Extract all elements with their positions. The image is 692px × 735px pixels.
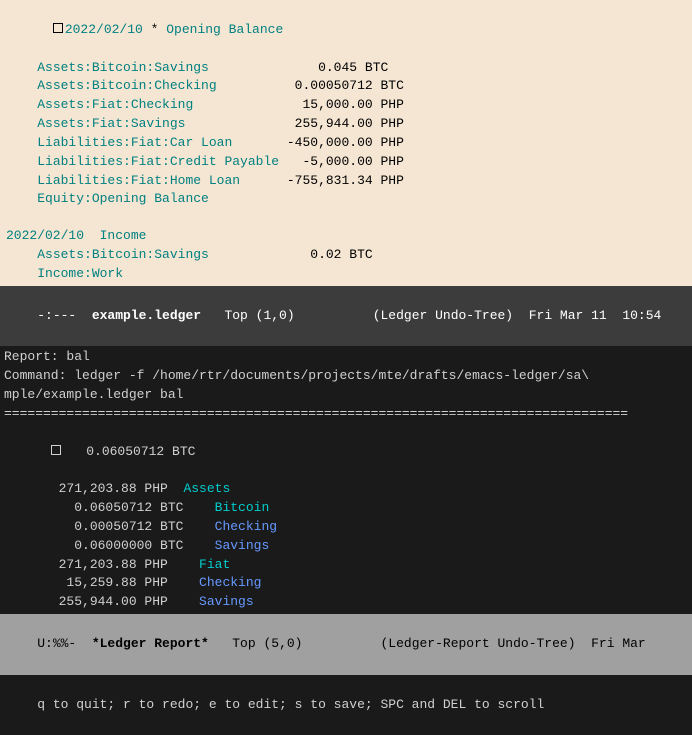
checkbox-1	[53, 23, 63, 33]
report-buffer: Report: bal Command: ledger -f /home/rtr…	[0, 346, 692, 614]
r4-account: Savings	[215, 538, 270, 553]
amount-liab-car: -450,000.00 PHP	[287, 135, 404, 150]
tx1-payee: Opening Balance	[166, 22, 283, 37]
account-liab-home: Liabilities:Fiat:Home Loan	[37, 173, 240, 188]
tx1-entry-2: Assets:Bitcoin:Checking 0.00050712 BTC	[0, 77, 692, 96]
report-status-bar: U:%%- *Ledger Report* Top (5,0) (Ledger-…	[0, 614, 692, 675]
r6-account: Checking	[199, 575, 261, 590]
report-divider: ========================================…	[0, 405, 692, 424]
r7-account: Savings	[199, 594, 254, 609]
r1-account: Assets	[183, 481, 230, 496]
r2-account: Bitcoin	[199, 500, 269, 515]
tx1-entry-3: Assets:Fiat:Checking 15,000.00 PHP	[0, 96, 692, 115]
report-row-1: 271,203.88 PHP Assets	[0, 480, 692, 499]
r7-amount: 255,944.00 PHP	[51, 594, 199, 609]
r6-amount: 15,259.88 PHP	[51, 575, 199, 590]
editor-section: 2022/02/10 * Opening Balance Assets:Bitc…	[0, 0, 692, 346]
account-fiat-checking: Assets:Fiat:Checking	[37, 97, 193, 112]
tx1-entry-8: Equity:Opening Balance	[0, 190, 692, 209]
r5-account: Fiat	[183, 557, 230, 572]
status-filename: example.ledger	[92, 308, 201, 323]
account-liab-credit: Liabilities:Fiat:Credit Payable	[37, 154, 279, 169]
report-status-title: *Ledger Report*	[84, 636, 217, 651]
tx2-date: 2022/02/10	[6, 228, 84, 243]
checkbox-report	[51, 445, 61, 455]
amount-bitcoin-savings: 0.045 BTC	[287, 60, 388, 75]
report-row-6: 15,259.88 PHP Checking	[0, 574, 692, 593]
transaction-header-1: 2022/02/10 * Opening Balance	[0, 2, 692, 59]
r4-amount: 0.06000000 BTC	[51, 538, 215, 553]
amount-fiat-checking: 15,000.00 PHP	[287, 97, 404, 112]
r3-account: Checking	[215, 519, 277, 534]
blank-line-1	[0, 209, 692, 227]
amount-fiat-savings: 255,944.00 PHP	[287, 116, 404, 131]
editor-status-bar: -:--- example.ledger Top (1,0) (Ledger U…	[0, 286, 692, 347]
tx1-entry-5: Liabilities:Fiat:Car Loan -450,000.00 PH…	[0, 134, 692, 153]
tx1-entry-6: Liabilities:Fiat:Credit Payable -5,000.0…	[0, 153, 692, 172]
report-header: Report: bal	[0, 348, 692, 367]
tx2-entry-1: Assets:Bitcoin:Savings 0.02 BTC	[0, 246, 692, 265]
status-extra: (Ledger Undo-Tree) Fri Mar 11 10:54	[373, 308, 662, 323]
tx1-entry-1: Assets:Bitcoin:Savings 0.045 BTC	[0, 59, 692, 78]
account-fiat-savings: Assets:Fiat:Savings	[37, 116, 185, 131]
r5-amount: 271,203.88 PHP	[51, 557, 184, 572]
minibuffer-text: q to quit; r to redo; e to edit; s to sa…	[37, 697, 544, 712]
amount-liab-credit: -5,000.00 PHP	[287, 154, 404, 169]
report-row-3: 0.00050712 BTC Checking	[0, 518, 692, 537]
minibuffer: q to quit; r to redo; e to edit; s to sa…	[0, 675, 692, 735]
report-row-2: 0.06050712 BTC Bitcoin	[0, 499, 692, 518]
report-command-1: Command: ledger -f /home/rtr/documents/p…	[0, 367, 692, 386]
tx2-space	[84, 228, 100, 243]
status-mode: -:---	[37, 308, 92, 323]
report-status-mode: U:%%-	[37, 636, 84, 651]
status-position: Top (1,0)	[201, 308, 373, 323]
r0-amount: 0.06050712 BTC	[63, 444, 196, 459]
editor-buffer: 2022/02/10 * Opening Balance Assets:Bitc…	[0, 0, 692, 286]
report-status-position: Top (5,0)	[217, 636, 381, 651]
account-income-work: Income:Work	[37, 266, 123, 281]
account-btc-savings-2: Assets:Bitcoin:Savings	[37, 247, 209, 262]
r2-amount: 0.06050712 BTC	[51, 500, 199, 515]
tx1-date: 2022/02/10	[65, 22, 143, 37]
tx1-entry-7: Liabilities:Fiat:Home Loan -755,831.34 P…	[0, 172, 692, 191]
report-section: Report: bal Command: ledger -f /home/rtr…	[0, 346, 692, 735]
tx2-entry-2: Income:Work	[0, 265, 692, 284]
amount-bitcoin-checking: 0.00050712 BTC	[287, 78, 404, 93]
report-row-7: 255,944.00 PHP Savings	[0, 593, 692, 612]
tx2-payee: Income	[100, 228, 147, 243]
report-status-extra: (Ledger-Report Undo-Tree) Fri Mar	[380, 636, 645, 651]
tx1-star: *	[143, 22, 166, 37]
amount-btc-savings-2: 0.02 BTC	[287, 247, 373, 262]
tx1-entry-4: Assets:Fiat:Savings 255,944.00 PHP	[0, 115, 692, 134]
report-row-5: 271,203.88 PHP Fiat	[0, 556, 692, 575]
account-equity: Equity:Opening Balance	[37, 191, 209, 206]
transaction-header-2: 2022/02/10 Income	[0, 227, 692, 246]
account-bitcoin-checking: Assets:Bitcoin:Checking	[37, 78, 216, 93]
account-bitcoin-savings: Assets:Bitcoin:Savings	[37, 60, 209, 75]
r3-amount: 0.00050712 BTC	[51, 519, 215, 534]
report-command-2: mple/example.ledger bal	[0, 386, 692, 405]
amount-liab-home: -755,831.34 PHP	[287, 173, 404, 188]
report-row-0: 0.06050712 BTC	[0, 424, 692, 481]
report-row-4: 0.06000000 BTC Savings	[0, 537, 692, 556]
r1-amount: 271,203.88 PHP	[51, 481, 184, 496]
account-liab-car: Liabilities:Fiat:Car Loan	[37, 135, 232, 150]
